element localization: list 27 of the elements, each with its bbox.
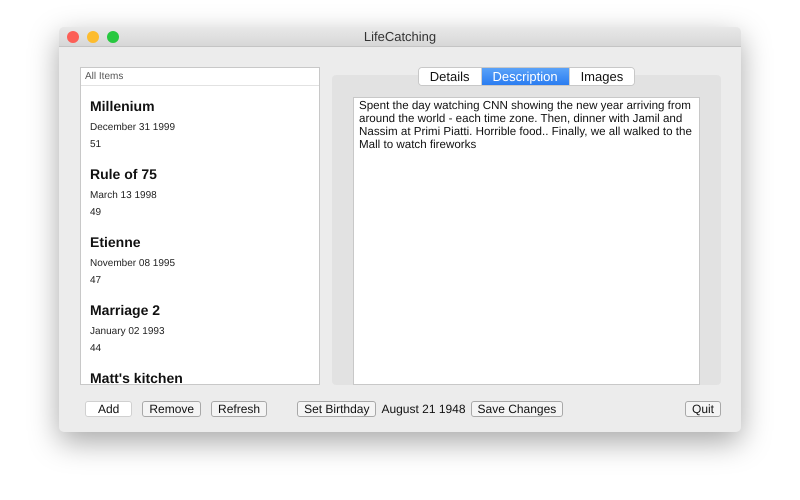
item-number: 51	[90, 139, 102, 150]
birthday-date: August 21 1948	[381, 402, 466, 416]
button[interactable]: Add	[85, 401, 132, 417]
button[interactable]: Refresh	[211, 401, 268, 417]
button[interactable]: Remove	[142, 401, 202, 417]
item-number: 47	[90, 275, 102, 286]
item-date: November 08 1995	[90, 258, 176, 269]
description-field[interactable]: Spent the day watching CNN showing the new year arriving from around the world - each time zone. Then, dinner with Jamil and Nassim at Primi Piatti. Horrible food.. Finally, we all walked to the Mall to watch fireworks	[353, 97, 700, 385]
item-title[interactable]: Etienne	[90, 234, 310, 250]
list-header: All Items	[81, 68, 319, 86]
zoom-button[interactable]	[107, 30, 119, 42]
item-title[interactable]: Rule of 75	[90, 166, 310, 182]
item-number: 49	[90, 207, 102, 218]
item-title[interactable]: Millenium	[90, 98, 310, 114]
item-number: 44	[90, 343, 102, 354]
close-button[interactable]	[67, 30, 79, 42]
item-date: December 31 1999	[90, 122, 176, 133]
button[interactable]: Set Birthday	[297, 401, 376, 417]
item-title[interactable]: Marriage 2	[90, 302, 310, 318]
minimize-button[interactable]	[87, 30, 99, 42]
item-title[interactable]: Matt's kitchen	[90, 370, 310, 384]
item-date: March 13 1998	[90, 190, 158, 201]
button[interactable]: Save Changes	[470, 401, 564, 417]
window-title: LifeCatching	[364, 29, 436, 44]
item-date: January 02 1993	[90, 326, 166, 337]
button[interactable]: Quit	[684, 401, 721, 417]
tab[interactable]: Images	[568, 68, 634, 85]
